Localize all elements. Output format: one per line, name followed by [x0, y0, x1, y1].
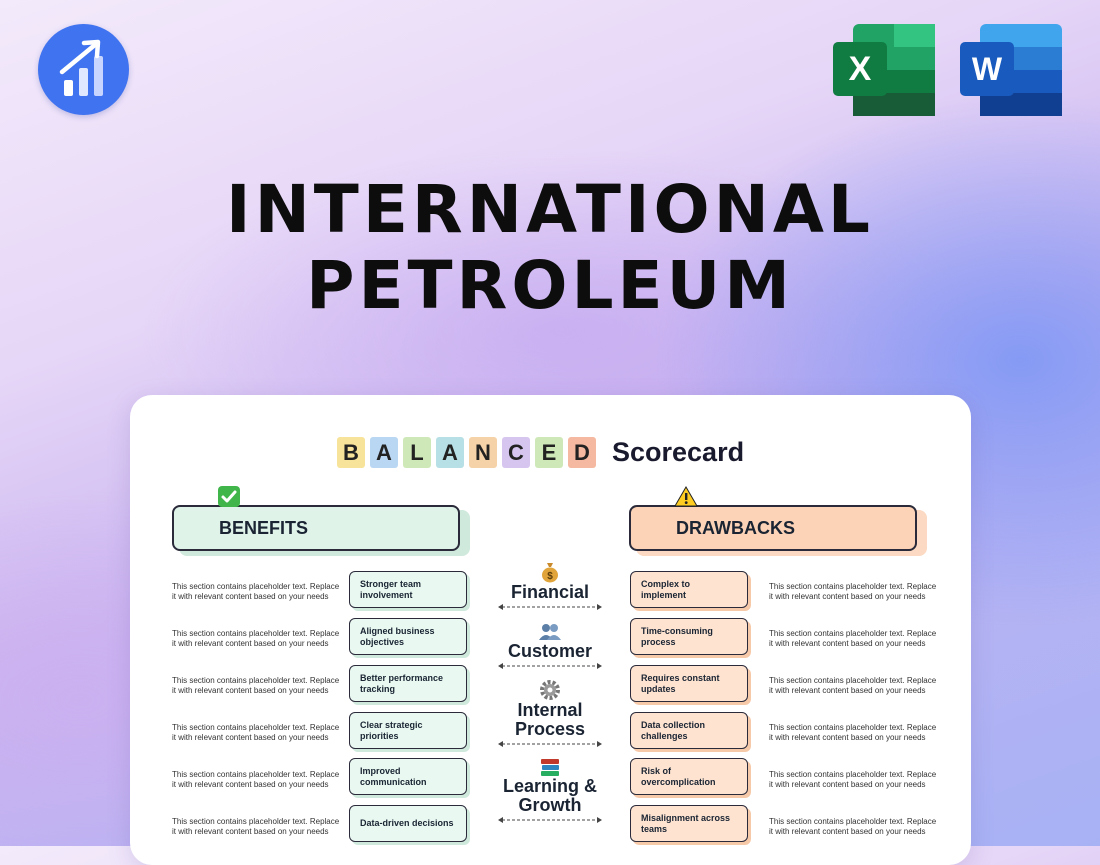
- perspective-internal-process: Internal Process: [495, 679, 605, 747]
- check-mark-icon: [218, 486, 240, 507]
- heading-letter-tile: L: [403, 437, 431, 468]
- title-line-1: INTERNATIONAL: [226, 171, 874, 248]
- gear-icon: [540, 680, 560, 700]
- perspective-learning-growth: Learning & Growth: [495, 757, 605, 823]
- drawback-description: This section contains placeholder text. …: [769, 770, 937, 789]
- perspective-label: Customer: [507, 641, 592, 661]
- perspective-customer: Customer: [495, 622, 605, 669]
- heading-letter-tile: A: [436, 437, 464, 468]
- people-icon: [539, 624, 561, 640]
- rising-bar-chart-icon: [59, 39, 103, 96]
- drawback-item: Data collection challenges: [630, 712, 748, 749]
- money-bag-icon: $: [542, 563, 558, 583]
- drawbacks-header: DRAWBACKS: [629, 505, 917, 551]
- benefit-description: This section contains placeholder text. …: [172, 582, 340, 601]
- excel-icon[interactable]: X: [833, 24, 935, 116]
- drawback-item: Complex to implement: [630, 571, 748, 608]
- brand-logo[interactable]: [38, 24, 129, 115]
- heading-letter-tile: E: [535, 437, 563, 468]
- drawback-description: This section contains placeholder text. …: [769, 676, 937, 695]
- heading-letter-tile: D: [568, 437, 596, 468]
- warning-icon: [674, 486, 698, 507]
- title-line-2: PETROLEUM: [306, 247, 794, 324]
- drawback-item: Requires constant updates: [630, 665, 748, 702]
- scorecard-heading: B A L A N C E D Scorecard: [337, 436, 744, 469]
- heading-letter-tile: C: [502, 437, 530, 468]
- books-icon: [541, 759, 559, 776]
- benefit-item: Stronger team involvement: [349, 571, 467, 608]
- benefit-description: This section contains placeholder text. …: [172, 723, 340, 742]
- word-letter: W: [972, 51, 1003, 87]
- drawback-description: This section contains placeholder text. …: [769, 723, 937, 742]
- drawbacks-label: DRAWBACKS: [676, 517, 795, 538]
- benefit-description: This section contains placeholder text. …: [172, 770, 340, 789]
- perspective-label: Learning & Growth: [502, 776, 597, 815]
- benefits-label: BENEFITS: [219, 517, 309, 538]
- benefit-description: This section contains placeholder text. …: [172, 629, 340, 648]
- heading-letter-tile: B: [337, 437, 365, 468]
- benefits-header: BENEFITS: [172, 505, 460, 551]
- double-arrow-icon: [498, 741, 602, 747]
- excel-letter: X: [849, 50, 872, 88]
- drawback-description: This section contains placeholder text. …: [769, 817, 937, 836]
- benefit-item: Data-driven decisions: [349, 805, 467, 842]
- double-arrow-icon: [498, 604, 602, 610]
- perspective-label: Financial: [510, 582, 590, 602]
- benefit-item: Better performance tracking: [349, 665, 467, 702]
- perspective-label: Internal Process: [514, 700, 586, 739]
- drawback-item: Risk of overcomplication: [630, 758, 748, 795]
- drawback-description: This section contains placeholder text. …: [769, 582, 937, 601]
- benefit-description: This section contains placeholder text. …: [172, 817, 340, 836]
- benefit-item: Clear strategic priorities: [349, 712, 467, 749]
- drawback-item: Misalignment across teams: [630, 805, 748, 842]
- heading-letter-tile: N: [469, 437, 497, 468]
- heading-word: Scorecard: [612, 437, 745, 467]
- perspective-financial: $ Financial: [495, 561, 605, 610]
- benefit-description: This section contains placeholder text. …: [172, 676, 340, 695]
- drawback-item: Time-consuming process: [630, 618, 748, 655]
- double-arrow-icon: [498, 663, 602, 669]
- benefit-item: Aligned business objectives: [349, 618, 467, 655]
- word-icon[interactable]: W: [960, 24, 1062, 116]
- svg-text:$: $: [547, 571, 553, 582]
- double-arrow-icon: [498, 817, 602, 823]
- page-title: INTERNATIONAL PETROLEUM: [0, 172, 1100, 324]
- heading-letter-tile: A: [370, 437, 398, 468]
- drawback-description: This section contains placeholder text. …: [769, 629, 937, 648]
- benefit-item: Improved communication: [349, 758, 467, 795]
